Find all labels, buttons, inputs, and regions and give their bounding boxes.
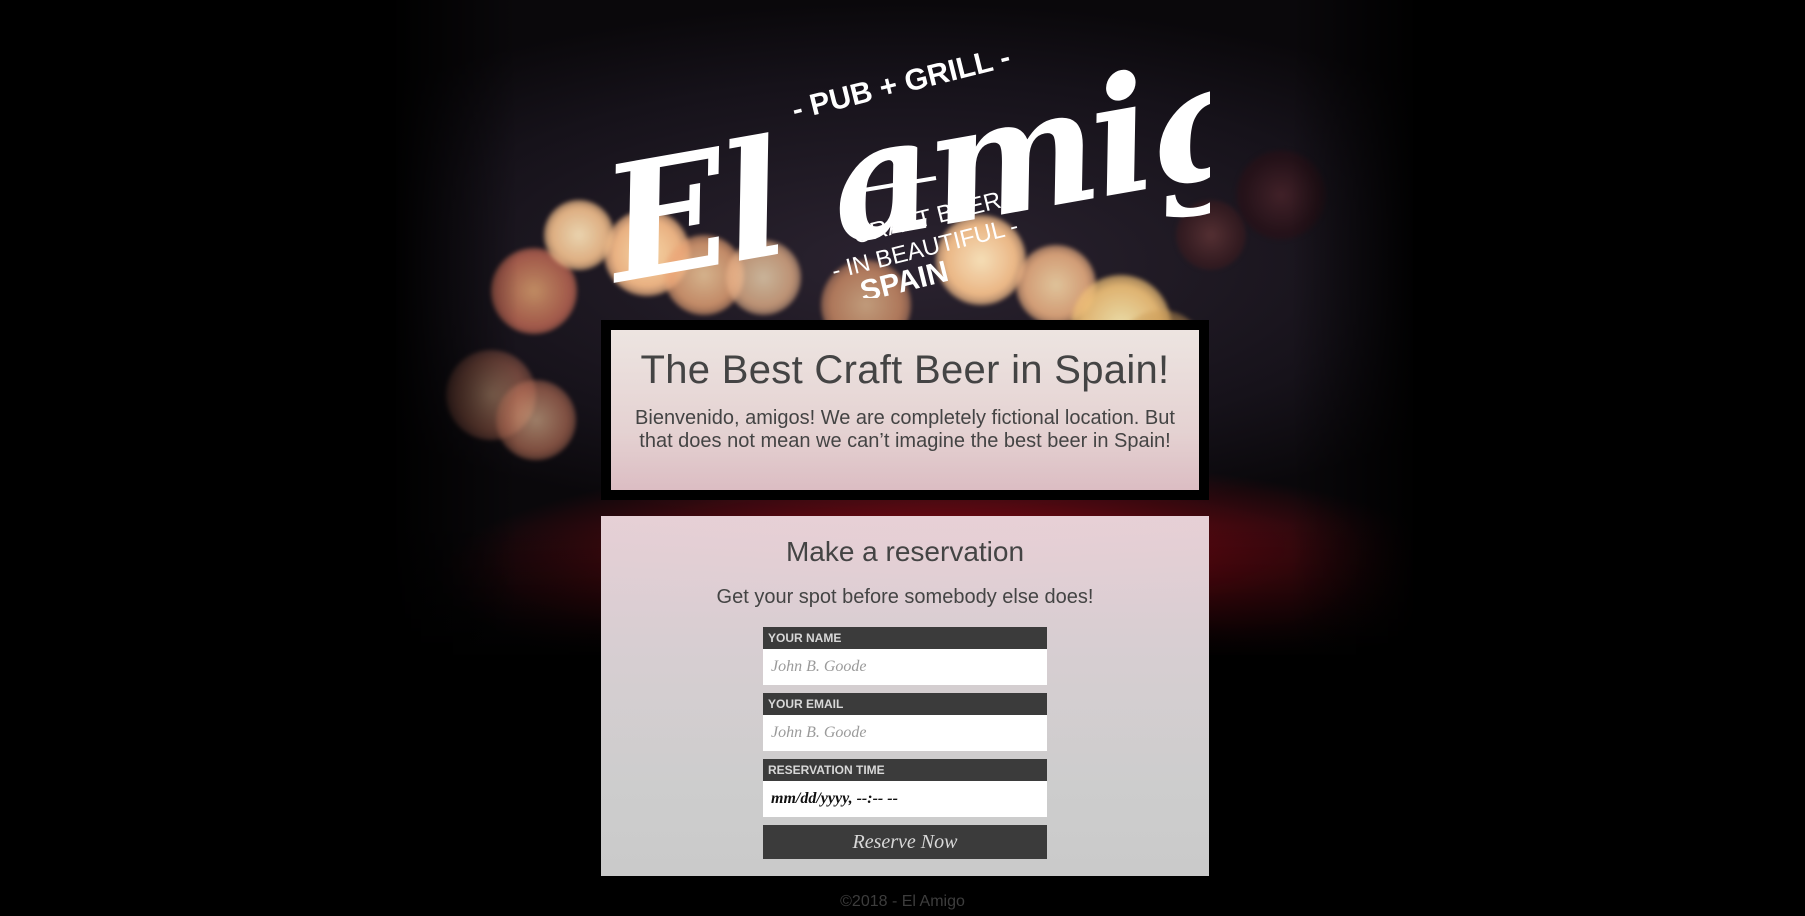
email-field-group: YOUR EMAIL [763,693,1047,751]
reserve-now-button[interactable]: Reserve Now [763,825,1047,859]
reservation-subtitle: Get your spot before somebody else does! [716,586,1094,608]
intro-card: The Best Craft Beer in Spain! Bienvenido… [611,330,1199,490]
logo-graphic: El amigo - PUB + GRILL - CRAFT BEER - IN… [587,3,1371,321]
email-field-label: YOUR EMAIL [763,693,1047,715]
reservation-form: YOUR NAME YOUR EMAIL RESERVATION TIME Re… [763,627,1047,859]
bokeh-light [446,350,536,440]
bokeh-light [491,248,577,334]
intro-text: Bienvenido, amigos! We are completely fi… [635,407,1175,452]
footer-copyright: ©2018 - El Amigo [840,893,965,910]
time-field-label: RESERVATION TIME [763,759,1047,781]
intro-frame: The Best Craft Beer in Spain! Bienvenido… [601,320,1209,500]
bokeh-light [1236,150,1326,240]
reservation-panel: Make a reservation Get your spot before … [601,516,1209,876]
el-amigo-logo: El amigo - PUB + GRILL - CRAFT BEER - IN… [587,3,1371,321]
bokeh-light [496,380,576,460]
name-field-group: YOUR NAME [763,627,1047,685]
email-field[interactable] [763,715,1047,751]
intro-title: The Best Craft Beer in Spain! [640,348,1170,392]
page: El amigo - PUB + GRILL - CRAFT BEER - IN… [0,0,1805,916]
reservation-time-field[interactable] [763,781,1047,817]
time-field-group: RESERVATION TIME [763,759,1047,817]
reservation-title: Make a reservation [785,536,1025,567]
name-field-label: YOUR NAME [763,627,1047,649]
name-field[interactable] [763,649,1047,685]
